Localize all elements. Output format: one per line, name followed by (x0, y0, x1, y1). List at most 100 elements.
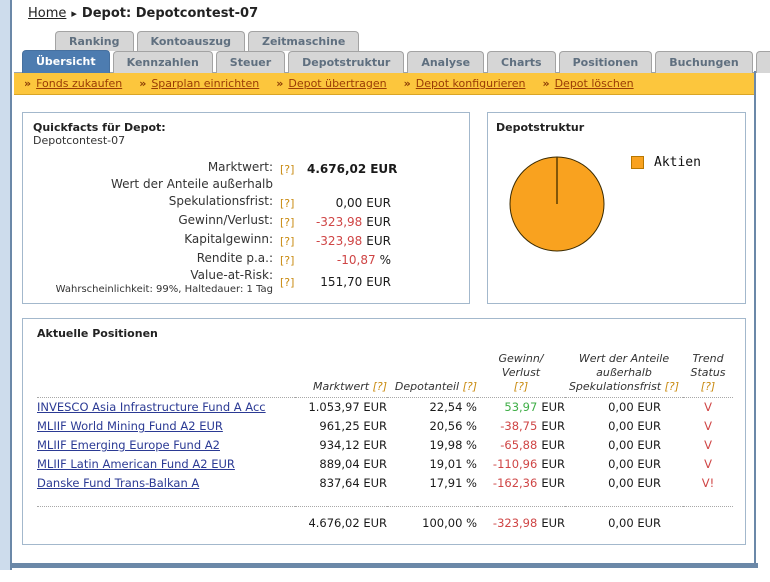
quickfact-row-kapitalgewinn: Kapitalgewinn: [?] -323,98EUR (25, 229, 467, 248)
help-icon[interactable]: [?] (665, 380, 679, 393)
portfolio-overview-page: { "colors": { "accent_bar": "#fcc63d", "… (0, 0, 770, 582)
quickfacts-rows: Marktwert: [?] 4.676,02EUR Wert der Ante… (25, 157, 467, 296)
help-icon[interactable]: [?] (280, 216, 294, 229)
tab-uebersicht[interactable]: Übersicht (22, 50, 110, 73)
help-icon[interactable]: [?] (280, 163, 294, 176)
fund-link[interactable]: Danske Fund Trans-Balkan A (37, 476, 199, 490)
action-fonds-zukaufen-link[interactable]: Fonds zukaufen (36, 77, 122, 90)
breadcrumb: Home▸Depot: Depotcontest-07 (28, 6, 258, 21)
quickfact-label: Gewinn/Verlust: (25, 212, 273, 229)
tab-kontoauszug[interactable]: Kontoauszug (137, 31, 245, 51)
portfolio-pie-chart (502, 147, 612, 257)
cell-gewinn-verlust: -38,75EUR (477, 417, 565, 436)
cell-depotanteil: 19,98 % (387, 436, 477, 455)
cell-depotanteil: 22,54 % (387, 398, 477, 417)
quickfacts-panel: Quickfacts für Depot: Depotcontest-07 Ma… (22, 112, 470, 304)
action-arrow-icon: » (276, 77, 283, 90)
quickfact-row-value-at-risk: Value-at-Risk: Wahrscheinlichkeit: 99%, … (25, 267, 467, 296)
position-row: Danske Fund Trans-Balkan A 837,64 EUR 17… (37, 474, 733, 493)
tab-ranking[interactable]: Ranking (55, 31, 134, 51)
quickfact-row-spekulationsfrist: Wert der Anteile außerhalb Spekulationsf… (25, 176, 467, 210)
help-icon[interactable]: [?] (280, 254, 294, 267)
action-fonds-zukaufen: » Fonds zukaufen (24, 77, 122, 90)
table-separator (37, 493, 733, 507)
total-marktwert: 4.676,02 EUR (295, 507, 387, 533)
quickfact-label: Kapitalgewinn: (25, 231, 273, 248)
quickfact-value: 151,70EUR (307, 275, 391, 289)
action-sparplan-einrichten-link[interactable]: Sparplan einrichten (151, 77, 259, 90)
quickfact-label: Rendite p.a.: (25, 250, 273, 267)
action-depot-konfigurieren-link[interactable]: Depot konfigurieren (416, 77, 526, 90)
tab-steuer[interactable]: Steuer (216, 51, 285, 73)
fund-link[interactable]: INVESCO Asia Infrastructure Fund A Acc (37, 400, 266, 414)
fund-link[interactable]: MLIIF World Mining Fund A2 EUR (37, 419, 223, 433)
cell-depotanteil: 20,56 % (387, 417, 477, 436)
quickfact-row-rendite: Rendite p.a.: [?] -10,87% (25, 248, 467, 267)
cell-marktwert: 934,12 EUR (295, 436, 387, 455)
quickfact-label: Marktwert: (25, 159, 273, 176)
action-depot-konfigurieren: » Depot konfigurieren (404, 77, 526, 90)
pie-legend: Aktien (631, 155, 701, 170)
cell-gewinn-verlust: 53,97EUR (477, 398, 565, 417)
action-arrow-icon: » (24, 77, 31, 90)
action-depot-loeschen-link[interactable]: Depot löschen (555, 77, 634, 90)
total-depotanteil: 100,00 % (387, 507, 477, 533)
help-icon[interactable]: [?] (280, 235, 294, 248)
cell-marktwert: 1.053,97 EUR (295, 398, 387, 417)
quickfact-value: -323,98EUR (307, 215, 391, 229)
cell-marktwert: 889,04 EUR (295, 455, 387, 474)
trend-status-badge: V (683, 398, 733, 417)
page-bottom-frame (12, 563, 758, 568)
quickfact-label: Value-at-Risk: Wahrscheinlichkeit: 99%, … (25, 267, 273, 296)
quickfact-row-gewinn-verlust: Gewinn/Verlust: [?] -323,98EUR (25, 210, 467, 229)
positions-panel: Aktuelle Positionen Marktwert [?] Depota… (22, 318, 746, 545)
positions-total-row: 4.676,02 EUR 100,00 % -323,98EUR 0,00 EU… (37, 507, 733, 533)
depot-action-bar: »Fonds zukaufen »Sparplan einrichten »De… (14, 72, 754, 95)
position-row: MLIIF Latin American Fund A2 EUR 889,04 … (37, 455, 733, 474)
trend-status-badge: V! (683, 474, 733, 493)
total-gewinn-verlust: -323,98EUR (477, 507, 565, 533)
breadcrumb-home-link[interactable]: Home (28, 6, 66, 21)
fund-link[interactable]: MLIIF Latin American Fund A2 EUR (37, 457, 235, 471)
cell-marktwert: 837,64 EUR (295, 474, 387, 493)
cell-wert-anteile: 0,00 EUR (565, 474, 683, 493)
cell-gewinn-verlust: -110,96EUR (477, 455, 565, 474)
help-icon[interactable]: [?] (280, 276, 294, 289)
cell-wert-anteile: 0,00 EUR (565, 417, 683, 436)
depotstruktur-title: Depotstruktur (496, 121, 737, 134)
help-icon[interactable]: [?] (280, 197, 294, 210)
tab-buchungen[interactable]: Buchungen (655, 51, 752, 73)
cell-marktwert: 961,25 EUR (295, 417, 387, 436)
legend-label-aktien: Aktien (654, 155, 701, 170)
action-arrow-icon: » (404, 77, 411, 90)
positions-header-row: Marktwert [?] Depotanteil [?] Gewinn/Ver… (37, 352, 733, 398)
tab-sparplaene[interactable]: Sparpläne (756, 51, 770, 73)
cell-gewinn-verlust: -162,36EUR (477, 474, 565, 493)
action-depot-uebertragen-link[interactable]: Depot übertragen (288, 77, 386, 90)
help-icon[interactable]: [?] (683, 380, 733, 394)
tab-depotstruktur[interactable]: Depotstruktur (288, 51, 404, 73)
help-icon[interactable]: [?] (463, 380, 477, 393)
tab-analyse[interactable]: Analyse (407, 51, 484, 73)
cell-depotanteil: 17,91 % (387, 474, 477, 493)
quickfact-value: -323,98EUR (307, 234, 391, 248)
column-header-trend-status: TrendStatus[?] (683, 352, 733, 398)
tab-zeitmaschine[interactable]: Zeitmaschine (248, 31, 359, 51)
help-icon[interactable]: [?] (373, 380, 387, 393)
help-icon[interactable]: [?] (477, 380, 565, 394)
column-header-wert-anteile: Wert der AnteileaußerhalbSpekulationsfri… (565, 352, 683, 398)
trend-status-badge: V (683, 436, 733, 455)
fund-link[interactable]: MLIIF Emerging Europe Fund A2 (37, 438, 220, 452)
legend-color-aktien (631, 156, 644, 169)
quickfact-label: Wert der Anteile außerhalb Spekulationsf… (25, 176, 273, 210)
cell-depotanteil: 19,01 % (387, 455, 477, 474)
action-depot-loeschen: »Depot löschen (542, 77, 633, 90)
column-header-depotanteil: Depotanteil [?] (387, 352, 477, 398)
tab-positionen[interactable]: Positionen (559, 51, 653, 73)
tab-kennzahlen[interactable]: Kennzahlen (113, 51, 213, 73)
tab-charts[interactable]: Charts (487, 51, 556, 73)
column-header-marktwert: Marktwert [?] (295, 352, 387, 398)
tab-row-secondary: Ranking Kontoauszug Zeitmaschine (55, 31, 359, 51)
tab-row-main: Übersicht Kennzahlen Steuer Depotstruktu… (22, 50, 770, 73)
column-header-name (37, 352, 295, 398)
